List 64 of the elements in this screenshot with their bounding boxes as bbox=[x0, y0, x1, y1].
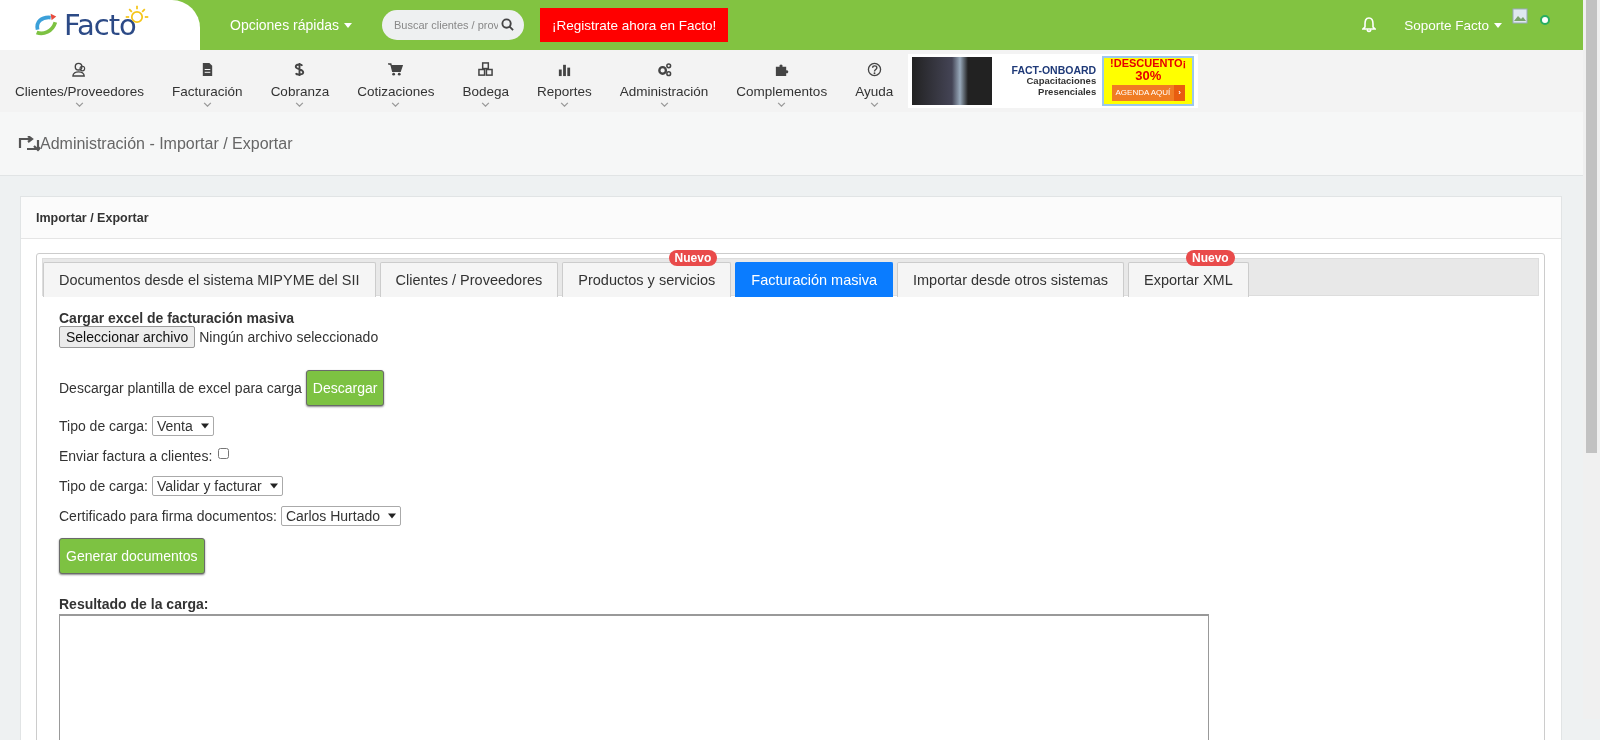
chevron-down-icon bbox=[75, 101, 85, 107]
discount-text: !DESCUENTO¡ bbox=[1110, 58, 1187, 69]
nav-menu-item[interactable]: Cobranza bbox=[270, 83, 330, 99]
chevron-down-icon bbox=[659, 101, 669, 107]
new-badge: Nuevo bbox=[1186, 250, 1235, 266]
schedule-button[interactable]: AGENDA AQUÍ › bbox=[1111, 85, 1185, 101]
register-button[interactable]: ¡Registrate ahora en Facto! bbox=[539, 8, 729, 42]
help-icon bbox=[866, 61, 882, 77]
bell-icon[interactable] bbox=[1362, 17, 1377, 33]
nav-menu-item[interactable]: Administración bbox=[619, 83, 709, 99]
upload-heading: Cargar excel de facturación masiva bbox=[59, 310, 295, 326]
logo-text[interactable]: Facto bbox=[64, 8, 136, 42]
file-status: Ningún archivo seleccionado bbox=[199, 329, 379, 345]
tab[interactable]: Facturación masiva bbox=[735, 262, 893, 297]
caret-icon bbox=[200, 423, 209, 429]
exchange-icon bbox=[18, 135, 40, 152]
users-icon bbox=[72, 61, 88, 77]
page-title: Administración - Importar / Exportar bbox=[40, 134, 293, 153]
scrollbar-thumb[interactable] bbox=[1586, 0, 1597, 453]
training-banner[interactable]: FACT-ONBOARD Capacitaciones Presenciales !DESCUENTO¡ 30% AGENDA AQUÍ › bbox=[908, 54, 1199, 108]
cubes-icon bbox=[478, 61, 494, 77]
chevron-down-icon bbox=[559, 101, 569, 107]
tab[interactable]: Clientes / Proveedores bbox=[379, 262, 559, 297]
banner-title: FACT-ONBOARD bbox=[1011, 64, 1097, 77]
new-badge: Nuevo bbox=[668, 250, 718, 266]
field-label: Tipo de carga: bbox=[59, 478, 148, 494]
tab[interactable]: Documentos desde el sistema MIPYME del SII bbox=[43, 262, 376, 297]
chevron-down-icon bbox=[202, 101, 212, 107]
broken-image-icon bbox=[1512, 8, 1528, 24]
tab[interactable]: Importar desde otros sistemas bbox=[897, 262, 1125, 297]
chevron-down-icon bbox=[869, 101, 879, 107]
tab[interactable]: Productos y servicios bbox=[562, 262, 732, 297]
nav-menu-item[interactable]: Complementos bbox=[736, 83, 828, 99]
caret-icon bbox=[388, 513, 397, 519]
caret-icon bbox=[1494, 22, 1502, 28]
field-label: Tipo de carga: bbox=[59, 418, 148, 434]
checkbox[interactable] bbox=[218, 447, 230, 459]
chevron-down-icon bbox=[391, 101, 401, 107]
discount-percent: 30% bbox=[1135, 69, 1162, 82]
banner-subtitle: Capacitaciones Presenciales bbox=[1025, 76, 1097, 98]
download-label: Descargar plantilla de excel para carga bbox=[59, 380, 302, 396]
nav-menu-item[interactable]: Ayuda bbox=[855, 83, 894, 99]
nav-menu-item[interactable]: Bodega bbox=[462, 83, 509, 99]
chevron-down-icon bbox=[481, 101, 491, 107]
caret-icon bbox=[269, 483, 278, 489]
caret-icon bbox=[343, 22, 352, 28]
choose-file-button[interactable]: Seleccionar archivo bbox=[59, 326, 196, 348]
nav-menu-item[interactable]: Clientes/Proveedores bbox=[15, 83, 145, 99]
card-title: Importar / Exportar bbox=[36, 210, 149, 225]
tab[interactable]: Exportar XML bbox=[1128, 262, 1249, 297]
dropdown[interactable]: Venta bbox=[152, 416, 214, 436]
result-label: Resultado de la carga: bbox=[59, 596, 210, 612]
nav-menu-item[interactable]: Reportes bbox=[537, 83, 592, 99]
nav-menu-item[interactable]: Cotizaciones bbox=[357, 83, 435, 99]
chevron-down-icon bbox=[777, 101, 787, 107]
cart-icon bbox=[388, 61, 404, 77]
field-label: Certificado para firma documentos: bbox=[59, 508, 277, 524]
search-icon[interactable] bbox=[500, 18, 514, 31]
dropdown[interactable]: Carlos Hurtado bbox=[280, 506, 402, 526]
dropdown[interactable]: Validar y facturar bbox=[152, 476, 283, 496]
nav-menu-item[interactable]: Facturación bbox=[172, 83, 243, 99]
gears-icon bbox=[656, 61, 672, 77]
chevron-down-icon bbox=[295, 101, 305, 107]
field-label: Enviar factura a clientes: bbox=[59, 448, 213, 464]
